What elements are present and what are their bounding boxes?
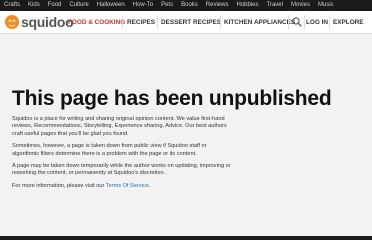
nav-divider <box>288 15 289 29</box>
category-link-travel[interactable]: Travel <box>267 0 283 11</box>
category-link-music[interactable]: Music <box>318 0 334 11</box>
logo-text: squidoo <box>21 14 74 30</box>
nav-food-cooking[interactable]: FOOD & COOKING <box>68 11 125 33</box>
nav-recipes-label[interactable]: RECIPES <box>127 19 155 26</box>
category-strip: Crafts Kids Food Culture Halloween How-T… <box>0 0 372 11</box>
nav-divider <box>304 15 305 29</box>
main-content: This page has been unpublished Squidoo i… <box>12 88 362 190</box>
main-navbar: squidoo FOOD & COOKING RECIPES DESSERT R… <box>0 11 372 34</box>
category-link-movies[interactable]: Movies <box>291 0 310 11</box>
nav-divider <box>329 15 330 29</box>
nav-dessert-recipes-label[interactable]: DESSERT RECIPES <box>161 19 221 26</box>
category-link-crafts[interactable]: Crafts <box>4 0 20 11</box>
more-info-suffix: . <box>148 182 151 189</box>
category-link-food[interactable]: Food <box>48 0 62 11</box>
takedown-paragraph: Sometimes, however, a page is taken down… <box>12 143 207 157</box>
more-info-paragraph: For more information, please visit our T… <box>12 183 362 190</box>
nav-divider <box>122 15 123 29</box>
category-link-books[interactable]: Books <box>181 0 198 11</box>
nav-login-label[interactable]: LOG IN <box>306 19 328 26</box>
nav-login[interactable]: LOG IN <box>306 11 328 33</box>
category-link-hobbies[interactable]: Hobbies <box>236 0 258 11</box>
nav-divider <box>157 15 158 29</box>
search-icon[interactable] <box>292 17 302 27</box>
footer-bar <box>0 236 372 240</box>
page-title: This page has been unpublished <box>12 87 332 110</box>
category-link-culture[interactable]: Culture <box>69 0 88 11</box>
temporary-paragraph: A page may be taken down temporarily whi… <box>12 163 231 177</box>
terms-of-service-link[interactable]: Terms Of Service <box>106 183 149 189</box>
category-link-halloween[interactable]: Halloween <box>97 0 125 11</box>
nav-kitchen-appliances-label[interactable]: KITCHEN APPLIANCES <box>224 19 295 26</box>
nav-explore[interactable]: EXPLORE <box>333 11 364 33</box>
category-link-how-to[interactable]: How-To <box>133 0 153 11</box>
nav-dessert-recipes[interactable]: DESSERT RECIPES <box>161 11 221 33</box>
more-info-prefix: For more information, please visit our <box>12 182 106 189</box>
category-link-kids[interactable]: Kids <box>28 0 40 11</box>
nav-food-cooking-label[interactable]: FOOD & COOKING <box>68 19 125 26</box>
category-link-reviews[interactable]: Reviews <box>206 0 229 11</box>
site-logo[interactable]: squidoo <box>5 14 74 30</box>
category-link-pets[interactable]: Pets <box>161 0 173 11</box>
nav-divider <box>220 15 221 29</box>
nav-explore-label[interactable]: EXPLORE <box>333 19 364 26</box>
nav-recipes[interactable]: RECIPES <box>127 11 155 33</box>
squid-logo-icon <box>5 15 19 29</box>
nav-kitchen-appliances[interactable]: KITCHEN APPLIANCES <box>224 11 295 33</box>
intro-paragraph: Squidoo is a place for writing and shari… <box>12 116 227 137</box>
